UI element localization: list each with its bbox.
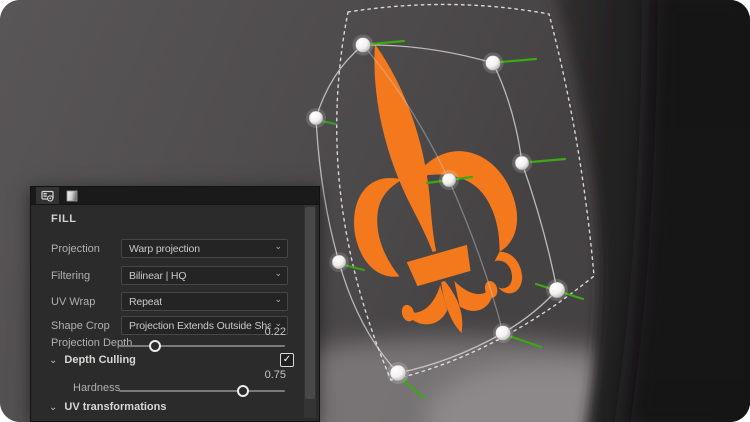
projection-depth-slider[interactable] xyxy=(119,340,285,352)
scrollbar-thumb[interactable] xyxy=(305,207,315,399)
warp-control-point[interactable] xyxy=(512,153,532,173)
uv-wrap-label: UV Wrap xyxy=(51,296,96,308)
projection-label: Projection xyxy=(51,243,100,255)
projection-dropdown[interactable]: Warp projection ⌄ xyxy=(121,239,288,258)
projection-depth-label: Projection Depth xyxy=(51,337,133,349)
checkmark-icon: ✓ xyxy=(282,354,292,365)
hardness-slider[interactable] xyxy=(119,385,285,397)
warp-control-point[interactable] xyxy=(493,323,513,343)
projection-settings-icon xyxy=(40,190,54,202)
warp-control-point[interactable] xyxy=(482,52,504,74)
warp-control-point[interactable] xyxy=(352,34,374,56)
uv-transformations-label: UV transformations xyxy=(64,401,167,413)
depth-culling-label: Depth Culling xyxy=(64,354,136,366)
projection-value: Warp projection xyxy=(129,242,200,255)
hardness-value: 0.75 xyxy=(264,369,286,381)
chevron-down-icon: ⌄ xyxy=(274,294,282,304)
chevron-down-icon: ⌄ xyxy=(49,402,58,413)
warp-control-point[interactable] xyxy=(546,279,568,301)
shape-crop-label: Shape Crop xyxy=(51,320,110,332)
chevron-down-icon: ⌄ xyxy=(49,355,58,366)
warp-control-point[interactable] xyxy=(306,108,326,128)
app-window: FILL Projection Warp projection ⌄ Filter… xyxy=(0,0,750,422)
fill-properties-panel: FILL Projection Warp projection ⌄ Filter… xyxy=(30,186,320,422)
shape-crop-value: Projection Extends Outside Shape xyxy=(129,319,271,332)
warp-control-point[interactable] xyxy=(439,170,459,190)
panel-scrollbar[interactable] xyxy=(304,205,316,418)
tab-material-preview[interactable] xyxy=(61,187,84,204)
chevron-down-icon: ⌄ xyxy=(274,268,282,278)
warp-control-point[interactable] xyxy=(387,362,409,384)
panel-title: FILL xyxy=(51,213,77,225)
slider-thumb[interactable] xyxy=(237,385,249,397)
warp-control-point[interactable] xyxy=(329,252,349,272)
material-preview-icon xyxy=(66,190,78,201)
uv-wrap-dropdown[interactable]: Repeat ⌄ xyxy=(121,292,288,311)
chevron-down-icon: ⌄ xyxy=(274,241,282,251)
uv-wrap-value: Repeat xyxy=(129,295,162,308)
uv-transformations-section-header[interactable]: ⌄ UV transformations xyxy=(49,401,166,413)
filtering-label: Filtering xyxy=(51,270,91,282)
panel-tab-bar xyxy=(31,187,319,205)
depth-culling-checkbox[interactable]: ✓ xyxy=(280,353,294,367)
slider-thumb[interactable] xyxy=(149,340,161,352)
tab-projection-settings[interactable] xyxy=(36,187,59,204)
shape-crop-dropdown[interactable]: Projection Extends Outside Shape ⌄ xyxy=(121,316,288,335)
projection-depth-value: 0.22 xyxy=(264,326,286,338)
filtering-value: Bilinear | HQ xyxy=(129,269,187,282)
depth-culling-section-header[interactable]: ⌄ Depth Culling xyxy=(49,354,136,366)
hardness-label: Hardness xyxy=(73,382,121,394)
filtering-dropdown[interactable]: Bilinear | HQ ⌄ xyxy=(121,266,288,285)
